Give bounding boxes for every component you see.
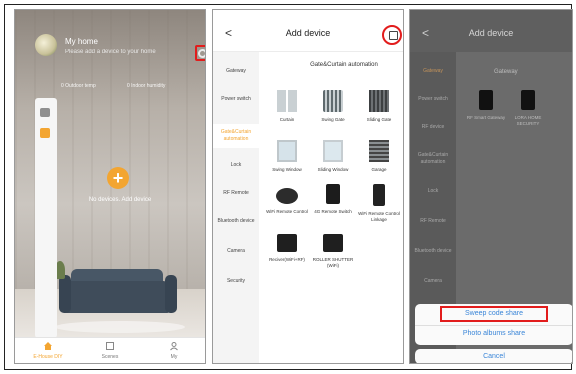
category-gate-curtain[interactable]: Gate&Curtain automation	[213, 124, 259, 148]
gateway-icon	[521, 90, 535, 110]
category-rf-remote[interactable]: RF Remote	[410, 218, 456, 225]
device-receiver[interactable]: Reciver(WiFi+RF)	[265, 230, 309, 263]
device-label: Swing Window	[272, 167, 302, 172]
empty-state-text: No devices. Add device	[88, 197, 152, 203]
section-title: Gateway	[494, 69, 518, 75]
sliding-gate-icon	[369, 90, 389, 112]
cancel-button[interactable]: Cancel	[415, 351, 572, 362]
antenna-icon	[326, 184, 340, 204]
stat-outdoor: 0 Outdoor temp	[61, 83, 96, 89]
section-title: Gate&Curtain automation	[310, 62, 378, 68]
swing-window-icon	[277, 140, 297, 162]
device-label: Garage	[371, 167, 387, 172]
category-camera[interactable]: Camera	[410, 278, 456, 285]
scan-icon[interactable]	[389, 31, 398, 40]
device-label: Sliding Window	[317, 167, 349, 172]
page-title: Add device	[285, 28, 331, 38]
settings-highlight[interactable]	[195, 45, 205, 61]
room-sidebar	[35, 98, 57, 338]
device-curtain[interactable]: Curtain	[265, 90, 309, 123]
gear-icon[interactable]	[198, 49, 205, 58]
home-title[interactable]: My home	[65, 37, 98, 46]
category-rf-remote[interactable]: RF Remote	[213, 190, 259, 197]
tab-scenes[interactable]: Scenes	[85, 341, 135, 360]
sofa	[65, 281, 169, 313]
page-title: Add device	[468, 28, 514, 38]
device-label: RF Smart Gateway	[466, 115, 506, 120]
home-screen: My home Please add a device to your home…	[14, 9, 206, 364]
device-label: Sliding Gate	[366, 117, 392, 122]
tab-scenes-label: Scenes	[101, 354, 119, 360]
tab-my-label: My	[170, 354, 178, 360]
device-label: LORA HOME SECURITY	[514, 115, 542, 126]
device-wifi-remote-linkage[interactable]: WiFi Remote Control Linkage	[357, 184, 401, 223]
category-rf-device[interactable]: RF device	[410, 124, 456, 131]
device-lora-security[interactable]: LORA HOME SECURITY	[508, 90, 548, 127]
home-subtitle: Please add a device to your home	[65, 49, 156, 55]
cancel-sheet: Cancel	[415, 349, 572, 363]
device-grid: Gate&Curtain automation Curtain Swing Ga…	[259, 52, 403, 363]
device-label: Swing Gate	[321, 117, 345, 122]
device-rf-gateway[interactable]: RF Smart Gateway	[466, 90, 506, 121]
roller-shutter-icon	[323, 234, 343, 252]
add-device-button[interactable]: +	[107, 167, 129, 189]
category-bluetooth[interactable]: Bluetooth device	[213, 218, 259, 225]
rug	[55, 321, 185, 333]
user-icon	[170, 342, 178, 351]
category-gate-curtain[interactable]: Gate&Curtain automation	[410, 152, 456, 166]
room-icon[interactable]	[40, 108, 50, 117]
remote-icon	[373, 184, 385, 206]
scan-highlight[interactable]	[382, 25, 402, 45]
sweep-highlight	[440, 306, 548, 322]
tab-home[interactable]: E-House DIY	[23, 341, 73, 360]
gateway-icon	[479, 90, 493, 110]
category-gateway[interactable]: Gateway	[410, 68, 456, 75]
sliding-window-icon	[323, 140, 343, 162]
category-camera[interactable]: Camera	[213, 248, 259, 255]
device-label: ROLLER SHUTTER (WiFi)	[312, 257, 354, 268]
device-4g-switch[interactable]: 4G Remote Switch	[311, 184, 355, 215]
device-label: WiFi Remote Control	[266, 209, 308, 214]
bottom-tabbar: E-House DIY Scenes My	[15, 337, 205, 363]
curtain-icon	[277, 90, 297, 112]
gateway-share-screen: < Add device Gateway Power switch RF dev…	[409, 9, 573, 364]
category-lock[interactable]: Lock	[410, 188, 456, 195]
receiver-icon	[277, 234, 297, 252]
stat-indoor: 0 Indoor humidity	[127, 83, 166, 89]
device-swing-window[interactable]: Swing Window	[265, 140, 309, 173]
home-avatar[interactable]	[35, 34, 57, 56]
sofa-arm-left	[59, 275, 71, 313]
device-roller-shutter[interactable]: ROLLER SHUTTER (WiFi)	[311, 230, 355, 269]
tab-my[interactable]: My	[149, 341, 199, 360]
category-list: Gateway Power switch Gate&Curtain automa…	[213, 52, 259, 363]
category-security[interactable]: Security	[213, 278, 259, 285]
category-lock[interactable]: Lock	[213, 162, 259, 169]
tab-home-label: E-House DIY	[33, 354, 63, 360]
scenes-icon	[106, 342, 114, 350]
swing-gate-icon	[323, 90, 343, 112]
divider	[415, 325, 572, 326]
device-swing-gate[interactable]: Swing Gate	[311, 90, 355, 123]
garage-icon	[369, 140, 389, 162]
photo-albums-share-button[interactable]: Photo albums share	[415, 328, 572, 340]
device-garage[interactable]: Garage	[357, 140, 401, 173]
device-label: 4G Remote Switch	[314, 209, 352, 214]
device-sliding-gate[interactable]: Sliding Gate	[357, 90, 401, 123]
category-gateway[interactable]: Gateway	[213, 68, 259, 75]
header: < Add device	[410, 10, 572, 52]
add-device-screen: < Add device Gateway Power switch Gate&C…	[212, 9, 404, 364]
device-label: Reciver(WiFi+RF)	[269, 257, 305, 262]
room-icon-active[interactable]	[40, 128, 50, 138]
header: < Add device	[213, 10, 403, 52]
category-power-switch[interactable]: Power switch	[213, 96, 259, 103]
home-icon	[44, 342, 52, 350]
device-label: WiFi Remote Control Linkage	[358, 211, 400, 222]
sofa-arm-right	[165, 275, 177, 313]
device-label: Curtain	[279, 117, 295, 122]
category-power-switch[interactable]: Power switch	[410, 96, 456, 103]
device-wifi-remote[interactable]: WiFi Remote Control	[265, 184, 309, 215]
wifi-remote-icon	[276, 188, 298, 204]
category-bluetooth[interactable]: Bluetooth device	[410, 248, 456, 255]
device-sliding-window[interactable]: Sliding Window	[311, 140, 355, 173]
